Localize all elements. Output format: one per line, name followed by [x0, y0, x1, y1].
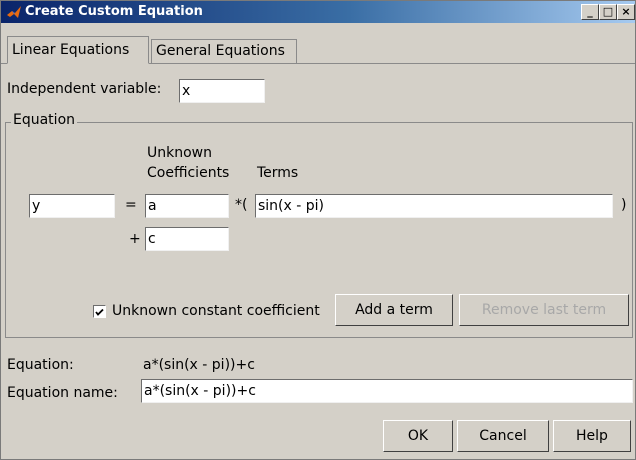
close-button[interactable]: × [617, 4, 635, 20]
unknown-header-line1: Unknown [147, 145, 212, 161]
add-term-button[interactable]: Add a term [335, 294, 453, 326]
create-custom-equation-dialog: Create Custom Equation _ □ × Linear Equa… [0, 0, 636, 460]
equation-name-label: Equation name: [7, 385, 118, 401]
matlab-logo-icon [7, 6, 21, 18]
ok-button[interactable]: OK [383, 420, 453, 452]
remove-last-term-button[interactable]: Remove last term [459, 294, 629, 326]
independent-variable-label: Independent variable: [7, 81, 162, 97]
independent-variable-input[interactable]: x [179, 79, 265, 103]
close-paren: ) [621, 197, 627, 213]
coefficient-1-input[interactable]: a [145, 194, 229, 218]
minimize-button[interactable]: _ [581, 4, 599, 20]
coefficients-header: Coefficients [147, 165, 230, 181]
equals-sign: = [125, 197, 137, 213]
times-open-paren: *( [235, 197, 248, 213]
equation-display-value: a*(sin(x - pi))+c [143, 357, 255, 373]
equation-name-input[interactable]: a*(sin(x - pi))+c [141, 379, 633, 403]
unknown-constant-label: Unknown constant coefficient [112, 303, 320, 319]
check-mark-icon [95, 308, 104, 316]
unknown-constant-checkbox[interactable] [93, 305, 106, 318]
constant-coefficient-input[interactable]: c [145, 227, 229, 251]
lhs-variable-input[interactable]: y [29, 194, 115, 218]
equation-group-legend: Equation [11, 112, 78, 128]
term-1-input[interactable]: sin(x - pi) [255, 194, 613, 218]
equation-display-label: Equation: [7, 357, 74, 373]
cancel-button[interactable]: Cancel [457, 420, 549, 452]
tab-general-equations[interactable]: General Equations [151, 39, 297, 63]
terms-header: Terms [257, 165, 299, 181]
tab-linear-equations-label: Linear Equations [12, 42, 130, 58]
maximize-button[interactable]: □ [599, 4, 617, 20]
tab-general-equations-label: General Equations [156, 43, 285, 59]
window-title: Create Custom Equation [25, 4, 203, 19]
help-button[interactable]: Help [553, 420, 631, 452]
tab-linear-equations[interactable]: Linear Equations [7, 36, 149, 64]
plus-sign: + [129, 231, 141, 247]
title-bar[interactable]: Create Custom Equation _ □ × [1, 1, 635, 23]
